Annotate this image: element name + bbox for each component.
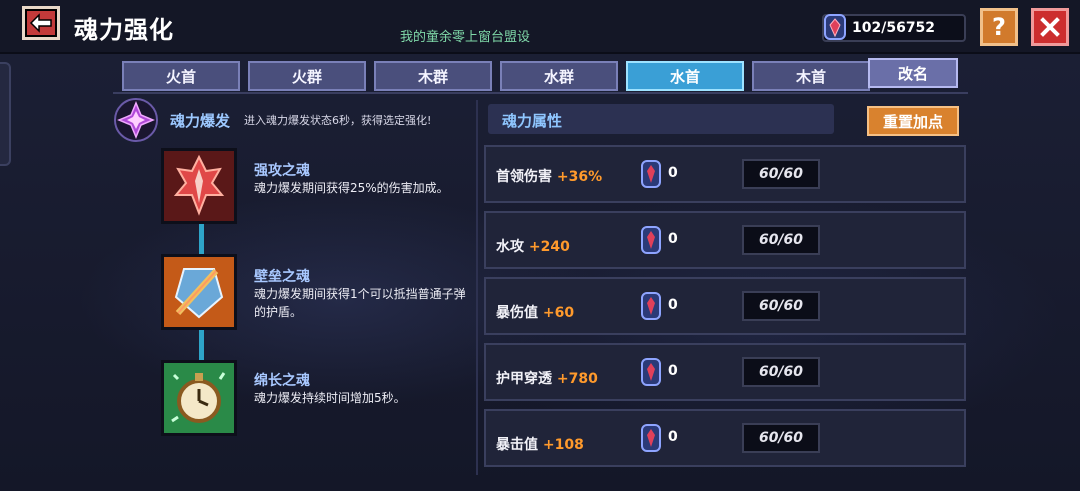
- attribute-name: 水攻 +240: [496, 239, 570, 255]
- attribute-row-crit-rate[interactable]: 暴击值 +108 0 60/60: [484, 409, 966, 467]
- soul-burst-icon: [114, 98, 158, 142]
- soul-gem-icon: [641, 226, 661, 254]
- rename-button[interactable]: 改名: [868, 58, 958, 88]
- soul-gem-icon: [824, 14, 846, 40]
- shield-soul-art: [164, 257, 234, 327]
- soul-gem-icon: [641, 160, 661, 188]
- attribute-level: 60/60: [742, 423, 820, 453]
- attribute-level: 60/60: [742, 159, 820, 189]
- soul-name-attack: 强攻之魂: [254, 163, 310, 179]
- watermark-text: 我的童余零上窗台盟设: [400, 30, 531, 45]
- tab-water-boss[interactable]: 水首: [626, 61, 744, 91]
- sword-soul-icon[interactable]: [161, 148, 237, 224]
- question-icon: ?: [992, 13, 1006, 41]
- attribute-name: 护甲穿透 +780: [496, 371, 598, 387]
- soul-desc-attack: 魂力爆发期间获得25%的伤害加成。: [254, 181, 449, 195]
- attributes-header-label: 魂力属性: [502, 112, 563, 130]
- attribute-bonus: +780: [556, 371, 598, 387]
- shield-soul-icon[interactable]: [161, 254, 237, 330]
- attribute-row-boss-damage[interactable]: 首领伤害 +36% 0 60/60: [484, 145, 966, 203]
- burst-title: 魂力爆发: [170, 112, 231, 130]
- tab-fire-group[interactable]: 火群: [248, 61, 366, 91]
- attribute-gem-count: 0: [668, 231, 678, 247]
- soul-gem-icon: [641, 424, 661, 452]
- panel-divider: [476, 100, 478, 475]
- attribute-gem-count: 0: [668, 363, 678, 379]
- attribute-gem-count: 0: [668, 165, 678, 181]
- soul-desc-longevity: 魂力爆发持续时间增加5秒。: [254, 391, 406, 405]
- soul-name-barrier: 壁垒之魂: [254, 269, 310, 285]
- soul-gem-icon: [641, 292, 661, 320]
- attribute-bonus: +240: [528, 239, 570, 255]
- tab-fire-boss[interactable]: 火首: [122, 61, 240, 91]
- attribute-name: 暴击值 +108: [496, 437, 584, 453]
- back-arrow-icon: [29, 13, 52, 33]
- attribute-level: 60/60: [742, 225, 820, 255]
- currency-value: 102/56752: [852, 20, 936, 36]
- attribute-bonus: +36%: [556, 169, 603, 185]
- attribute-gem-count: 0: [668, 297, 678, 313]
- attribute-row-water-attack[interactable]: 水攻 +240 0 60/60: [484, 211, 966, 269]
- back-button[interactable]: [22, 6, 60, 40]
- tab-wood-group[interactable]: 木群: [374, 61, 492, 91]
- soul-desc-barrier: 魂力爆发期间获得1个可以抵挡普通子弹的护盾。: [254, 287, 466, 319]
- soul-gem-icon: [641, 358, 661, 386]
- close-icon: [1040, 17, 1060, 37]
- attribute-level: 60/60: [742, 357, 820, 387]
- help-button[interactable]: ?: [980, 8, 1018, 46]
- close-button[interactable]: [1031, 8, 1069, 46]
- burst-description: 进入魂力爆发状态6秒，获得选定强化!: [244, 114, 432, 127]
- clock-soul-art: [164, 363, 234, 433]
- attribute-name: 暴伤值 +60: [496, 305, 575, 321]
- attribute-gem-count: 0: [668, 429, 678, 445]
- clock-soul-icon[interactable]: [161, 360, 237, 436]
- page-title: 魂力强化: [74, 16, 174, 44]
- tab-wood-boss[interactable]: 木首: [752, 61, 870, 91]
- attribute-row-armor-penetration[interactable]: 护甲穿透 +780 0 60/60: [484, 343, 966, 401]
- attribute-name: 首领伤害 +36%: [496, 169, 603, 185]
- side-drawer-handle[interactable]: [0, 62, 11, 166]
- attribute-row-crit-damage[interactable]: 暴伤值 +60 0 60/60: [484, 277, 966, 335]
- tab-water-group[interactable]: 水群: [500, 61, 618, 91]
- attribute-bonus: +60: [542, 305, 575, 321]
- reset-points-button[interactable]: 重置加点: [867, 106, 959, 136]
- attribute-level: 60/60: [742, 291, 820, 321]
- soul-name-longevity: 绵长之魂: [254, 373, 310, 389]
- sword-soul-art: [164, 151, 234, 221]
- panel-top-border: [113, 92, 968, 94]
- attribute-bonus: +108: [542, 437, 584, 453]
